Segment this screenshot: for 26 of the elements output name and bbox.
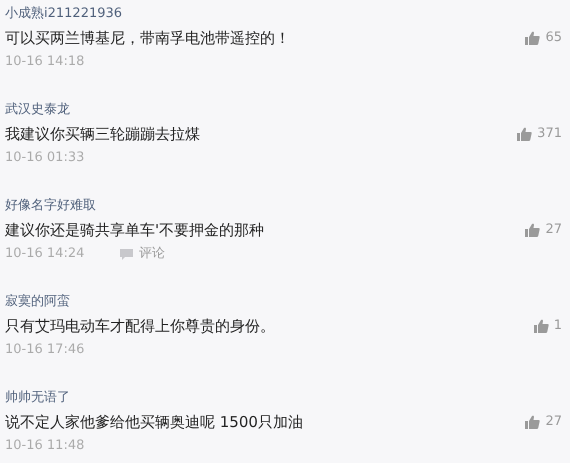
comment-text: 我建议你买辆三轮蹦蹦去拉煤	[5, 124, 200, 145]
comment-text: 可以买两兰博基尼，带南孚电池带遥控的！	[5, 28, 290, 49]
comment-time: 10-16 01:33	[5, 149, 86, 167]
username[interactable]: 寂寞的阿蛮	[5, 292, 70, 312]
username[interactable]: 帅帅无语了	[5, 388, 70, 408]
like-count: 1	[554, 317, 562, 336]
thumbs-up-icon	[525, 31, 540, 45]
username[interactable]: 好像名字好难取	[5, 196, 96, 216]
like-count: 27	[545, 413, 562, 432]
like-count: 371	[537, 125, 562, 144]
comment-time: 10-16 14:18	[5, 53, 86, 71]
comment-time: 10-16 17:46	[5, 341, 86, 359]
comment-time: 10-16 14:24	[5, 245, 86, 263]
thumbs-up-icon	[517, 127, 532, 141]
username[interactable]: 武汉史泰龙	[5, 100, 70, 120]
username[interactable]: 小成熟i211221936	[5, 4, 122, 24]
comment-text: 只有艾玛电动车才配得上你尊贵的身份。	[5, 316, 275, 337]
thumbs-up-icon	[525, 415, 540, 429]
comment-text: 建议你还是骑共享单车'不要押金的那种	[5, 220, 264, 241]
like-count: 65	[545, 29, 562, 48]
thumbs-up-icon	[534, 319, 549, 333]
thumbs-up-icon	[525, 223, 540, 237]
comment-time: 10-16 11:48	[5, 437, 86, 455]
comment-text: 说不定人家他爹给他买辆奥迪呢 1500只加油	[5, 412, 303, 433]
like-count: 27	[545, 221, 562, 240]
comment-icon	[120, 248, 133, 260]
